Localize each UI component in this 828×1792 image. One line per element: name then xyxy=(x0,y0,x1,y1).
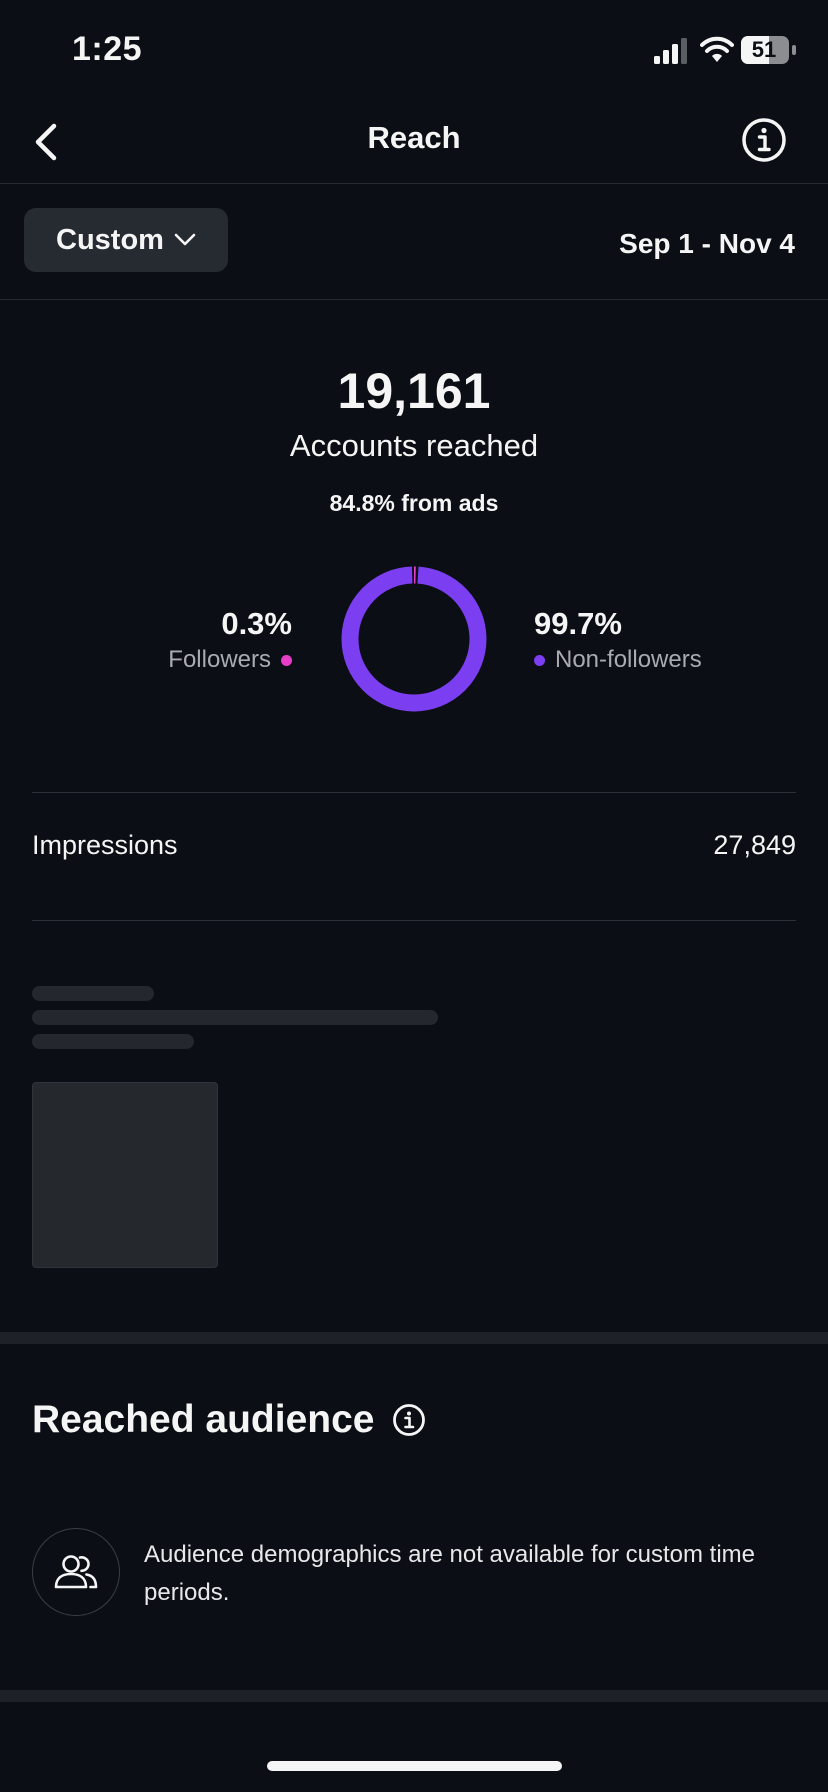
reach-insights-screen: 1:25 51 Reach Custom Sep 1 - Nov 4 19,16… xyxy=(0,0,828,1792)
skeleton-line xyxy=(32,1010,438,1025)
impressions-row: Impressions 27,849 xyxy=(32,830,796,861)
wifi-icon xyxy=(700,36,734,62)
period-dropdown-label: Custom xyxy=(56,223,164,256)
divider xyxy=(32,920,796,921)
reached-audience-title: Reached audience xyxy=(32,1398,375,1441)
non-followers-stat: 99.7% Non-followers xyxy=(534,606,702,674)
reached-audience-heading: Reached audience xyxy=(32,1398,426,1442)
non-followers-dot xyxy=(534,654,545,666)
info-icon xyxy=(742,118,786,162)
skeleton-card xyxy=(32,1082,218,1268)
impressions-label: Impressions xyxy=(32,830,178,860)
skeleton-line xyxy=(32,1034,194,1049)
accounts-reached-value: 19,161 xyxy=(337,363,491,419)
non-followers-label: Non-followers xyxy=(555,646,702,673)
non-followers-percent: 99.7% xyxy=(534,606,622,641)
status-time: 1:25 xyxy=(72,30,143,68)
skeleton-line xyxy=(32,986,154,1001)
chevron-down-icon xyxy=(174,233,196,246)
section-separator xyxy=(0,1690,828,1702)
impressions-value: 27,849 xyxy=(713,830,796,860)
section-separator xyxy=(0,1332,828,1344)
reach-donut-chart xyxy=(341,566,487,712)
period-dropdown[interactable]: Custom xyxy=(24,208,228,272)
demographics-unavailable-message: Audience demographics are not available … xyxy=(144,1541,755,1606)
battery-level: 51 xyxy=(751,37,777,62)
followers-dot xyxy=(281,654,292,666)
date-range: Sep 1 - Nov 4 xyxy=(619,228,795,259)
filter-row: Custom Sep 1 - Nov 4 xyxy=(0,185,828,300)
signal-icon xyxy=(654,38,687,64)
followers-stat: 0.3% Followers xyxy=(168,606,292,674)
donut-non-followers-segment xyxy=(341,566,487,712)
status-bar: 1:25 51 xyxy=(0,0,828,100)
info-icon xyxy=(393,1404,426,1436)
followers-label: Followers xyxy=(168,646,271,673)
top-bar: Reach xyxy=(0,100,828,184)
followers-percent: 0.3% xyxy=(221,606,292,641)
home-indicator[interactable] xyxy=(267,1761,562,1771)
page-title: Reach xyxy=(367,120,461,155)
ads-share: 84.8% from ads xyxy=(329,490,499,516)
divider xyxy=(32,792,796,793)
audience-icon-badge xyxy=(32,1528,120,1616)
info-button[interactable] xyxy=(738,114,790,166)
reached-audience-info-button[interactable] xyxy=(392,1403,426,1437)
people-icon xyxy=(54,1555,98,1589)
accounts-reached-label: Accounts reached xyxy=(289,428,539,463)
